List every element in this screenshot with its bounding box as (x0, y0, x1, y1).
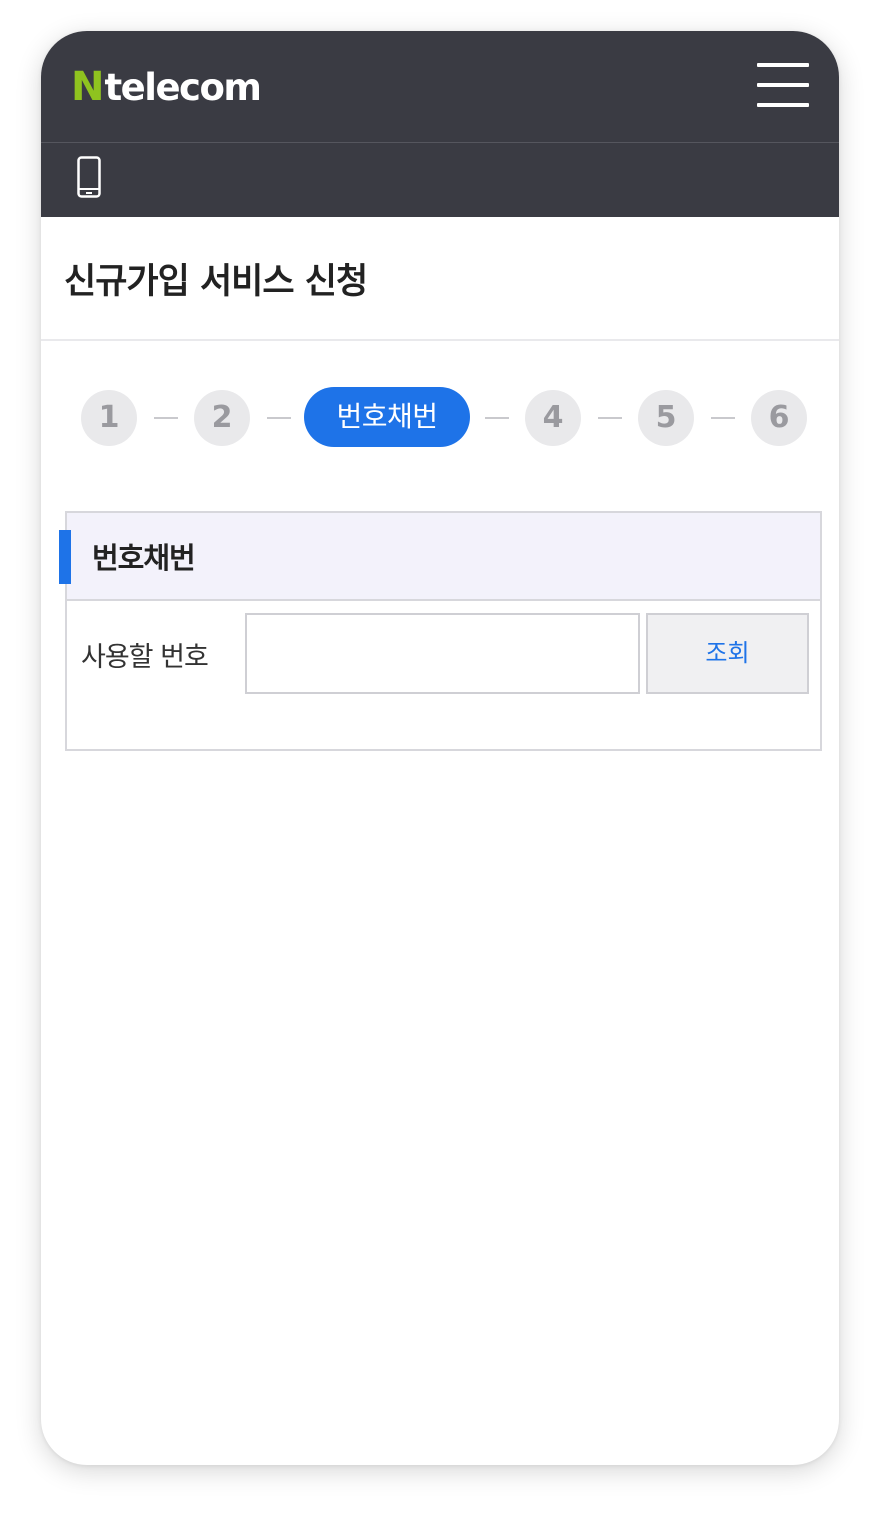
panel-header: 번호채번 (59, 513, 820, 601)
number-selection-panel: 번호채번 사용할 번호 조회 (59, 511, 822, 751)
logo-text: telecom (104, 66, 261, 109)
lookup-button[interactable]: 조회 (646, 613, 809, 694)
step-3-active: 번호채번 (304, 387, 470, 447)
ntelecom-logo[interactable]: N telecom (71, 61, 262, 113)
step-connector (267, 417, 291, 419)
step-1: 1 (81, 390, 137, 446)
page-title-bar: 신규가입 서비스 신청 (41, 217, 839, 341)
step-2: 2 (194, 390, 250, 446)
menu-line (757, 63, 809, 67)
step-connector (711, 417, 735, 419)
logo-letter: N (71, 64, 104, 110)
step-connector (598, 417, 622, 419)
top-navigation-bar: N telecom (41, 31, 839, 142)
step-6: 6 (751, 390, 807, 446)
sub-navigation-bar (41, 142, 839, 217)
panel-accent-bar (59, 530, 71, 584)
phone-number-label: 사용할 번호 (81, 642, 209, 673)
page-title: 신규가입 서비스 신청 (64, 262, 368, 302)
step-connector (154, 417, 178, 419)
app-screen: N telecom 신규가입 서비스 신청 1 2 번호채번 4 5 6 번호채… (41, 31, 839, 1465)
step-5: 5 (638, 390, 694, 446)
mobile-phone-icon[interactable] (77, 156, 101, 198)
step-connector (485, 417, 509, 419)
hamburger-menu-icon[interactable] (753, 59, 813, 111)
step-progress: 1 2 번호채번 4 5 6 (41, 387, 839, 449)
menu-line (757, 83, 809, 87)
phone-number-input[interactable] (245, 613, 640, 694)
step-4: 4 (525, 390, 581, 446)
panel-title: 번호채번 (92, 541, 196, 575)
menu-line (757, 103, 809, 107)
